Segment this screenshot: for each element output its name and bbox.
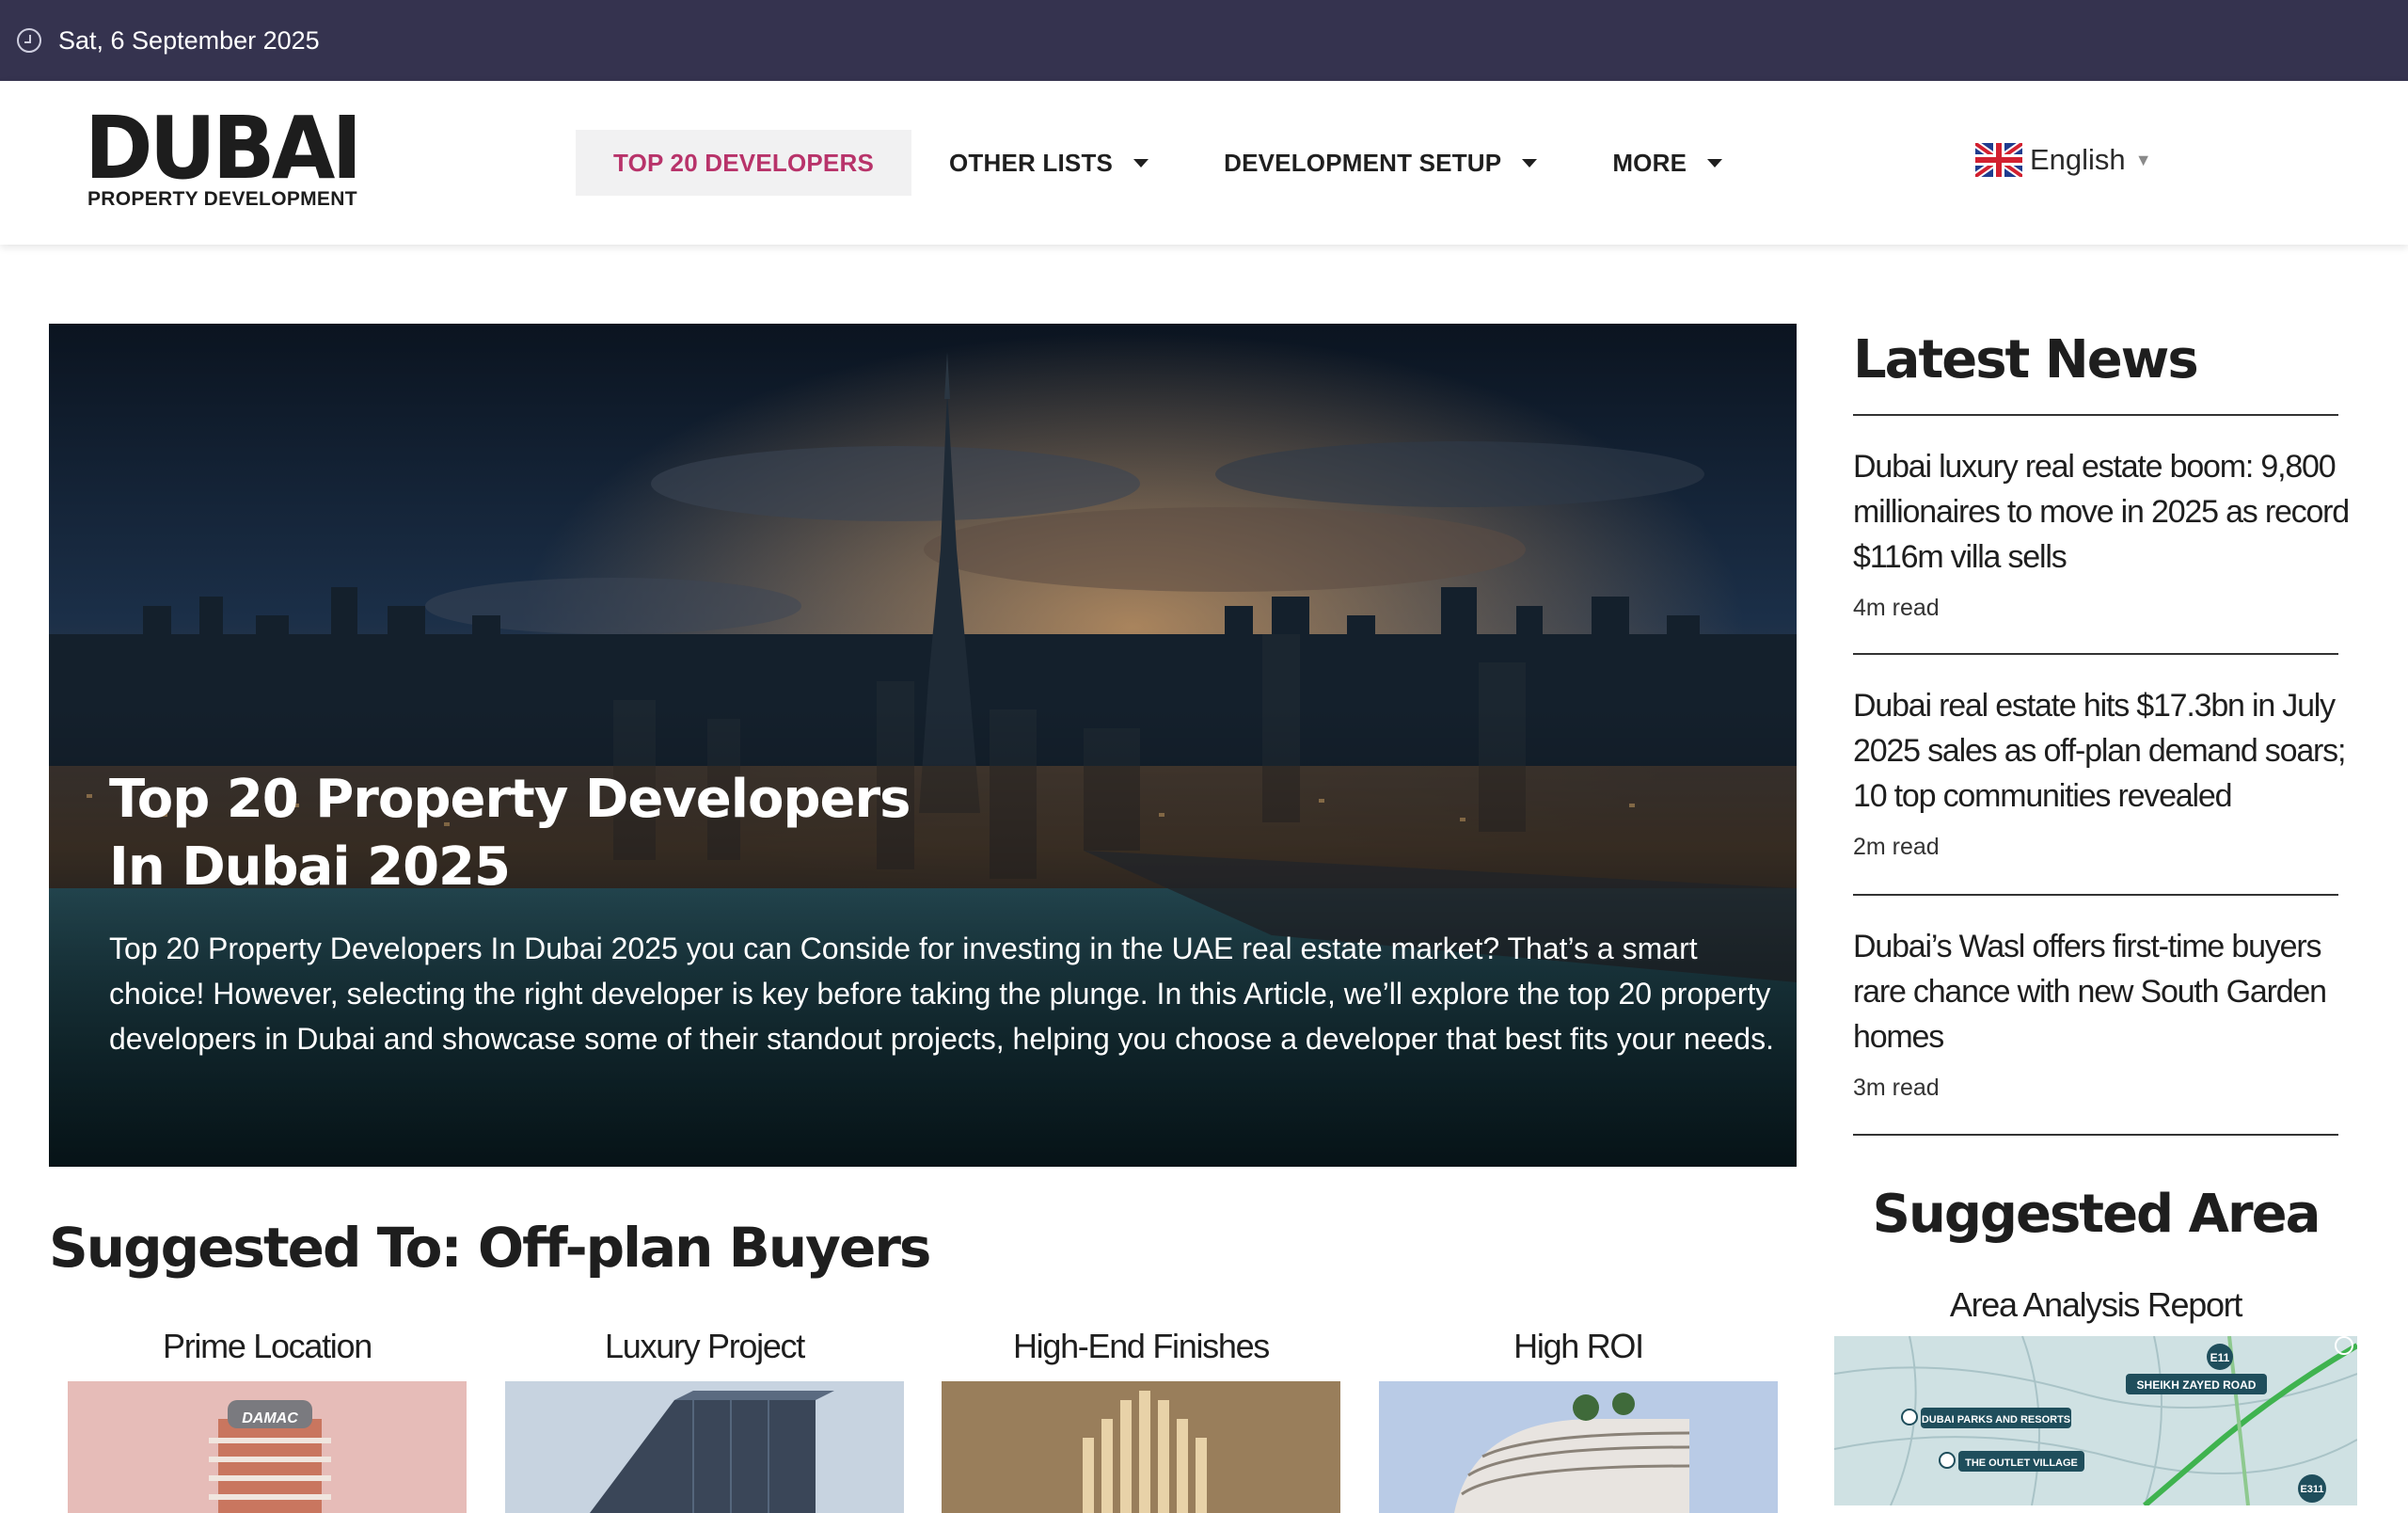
site-logo[interactable]: DUBAI PROPERTY DEVELOPMENT — [85, 98, 362, 211]
divider — [1853, 1134, 2338, 1136]
caret-down-icon — [1133, 158, 1149, 167]
suggestion-card-luxury-project[interactable]: Luxury Project — [505, 1327, 904, 1513]
top-bar: Sat, 6 September 2025 — [0, 0, 2408, 81]
news-item[interactable]: Dubai’s Wasl offers first-time buyers ra… — [1853, 924, 2352, 1102]
nav-top-20-developers[interactable]: TOP 20 DEVELOPERS — [576, 130, 911, 196]
suggested-section-heading: Suggested To: Off-plan Buyers — [49, 1216, 931, 1280]
caret-down-icon — [1522, 158, 1538, 167]
hero-title-line-1: Top 20 Property Developers — [109, 769, 911, 830]
suggestion-card-high-end-finishes[interactable]: High-End Finishes — [942, 1327, 1340, 1513]
news-item[interactable]: Dubai real estate hits $17.3bn in July 2… — [1853, 683, 2352, 861]
golden-building-illustration — [942, 1381, 1340, 1513]
hero-featured-article[interactable]: Top 20 Property Developers In Dubai 2025… — [49, 324, 1797, 1167]
divider — [1853, 414, 2338, 416]
clock-icon — [17, 28, 41, 53]
site-header: DUBAI PROPERTY DEVELOPMENT TOP 20 DEVELO… — [0, 81, 2408, 245]
read-time: 4m read — [1853, 595, 1940, 621]
map-label-e311: E311 — [2300, 1484, 2323, 1495]
building-illustration — [505, 1381, 904, 1513]
map-label-outlet: THE OUTLET VILLAGE — [1965, 1457, 2078, 1469]
card-image[interactable] — [1379, 1381, 1778, 1513]
current-date: Sat, 6 September 2025 — [58, 25, 320, 55]
area-analysis-label[interactable]: Area Analysis Report — [1832, 1285, 2359, 1325]
card-image[interactable] — [942, 1381, 1340, 1513]
nav-development-setup[interactable]: DEVELOPMENT SETUP — [1186, 130, 1575, 196]
logo-main-text: DUBAI — [85, 98, 362, 199]
map-label-road: SHEIKH ZAYED ROAD — [2137, 1378, 2257, 1392]
card-label: Luxury Project — [605, 1327, 805, 1365]
uk-flag-icon — [1975, 143, 2022, 177]
nav-label: OTHER LISTS — [948, 148, 1114, 177]
card-image[interactable]: DAMAC — [68, 1381, 467, 1513]
nav-label: TOP 20 DEVELOPERS — [613, 148, 874, 177]
suggestion-card-prime-location[interactable]: Prime Location DAMAC — [68, 1327, 467, 1513]
language-selector[interactable]: English ▼ — [1975, 143, 2152, 177]
dropdown-arrow-icon: ▼ — [2134, 150, 2152, 169]
news-headline[interactable]: Dubai’s Wasl offers first-time buyers ra… — [1853, 924, 2352, 1059]
nav-label: DEVELOPMENT SETUP — [1224, 148, 1502, 177]
nav-more[interactable]: MORE — [1575, 130, 1760, 196]
curved-building-illustration — [1379, 1381, 1778, 1513]
divider — [1853, 894, 2338, 896]
read-time: 2m read — [1853, 834, 1940, 860]
suggested-area-heading: Suggested Area — [1872, 1184, 2321, 1245]
card-label: High-End Finishes — [1012, 1327, 1270, 1365]
suggestion-card-high-roi[interactable]: High ROI — [1379, 1327, 1778, 1513]
latest-news-heading: Latest News — [1853, 329, 2199, 390]
map-label-e11: E11 — [2210, 1351, 2230, 1364]
card-label: Prime Location — [163, 1327, 372, 1365]
caret-down-icon — [1707, 158, 1723, 167]
map-label-parks: DUBAI PARKS AND RESORTS — [1922, 1414, 2070, 1425]
news-headline[interactable]: Dubai real estate hits $17.3bn in July 2… — [1853, 683, 2352, 819]
hero-title[interactable]: Top 20 Property Developers In Dubai 2025 — [109, 766, 956, 901]
main-nav: TOP 20 DEVELOPERS OTHER LISTS DEVELOPMEN… — [576, 130, 1760, 196]
news-item[interactable]: Dubai luxury real estate boom: 9,800 mil… — [1853, 444, 2352, 622]
card-image[interactable] — [505, 1381, 904, 1513]
map-illustration: E11 E311 SHEIKH ZAYED ROAD DUBAI PARKS A… — [1834, 1336, 2357, 1505]
area-map-image[interactable]: E11 E311 SHEIKH ZAYED ROAD DUBAI PARKS A… — [1834, 1336, 2357, 1505]
damac-logo: DAMAC — [242, 1410, 298, 1426]
language-label: English — [2030, 143, 2126, 176]
read-time: 3m read — [1853, 1075, 1940, 1101]
hero-title-line-2: In Dubai 2025 — [109, 836, 511, 898]
divider — [1853, 653, 2338, 655]
hero-description: Top 20 Property Developers In Dubai 2025… — [109, 932, 1774, 1056]
card-label: High ROI — [1513, 1327, 1644, 1365]
nav-label: MORE — [1612, 148, 1687, 177]
nav-other-lists[interactable]: OTHER LISTS — [911, 130, 1186, 196]
news-headline[interactable]: Dubai luxury real estate boom: 9,800 mil… — [1853, 444, 2352, 580]
tower-illustration: DAMAC — [68, 1381, 467, 1513]
